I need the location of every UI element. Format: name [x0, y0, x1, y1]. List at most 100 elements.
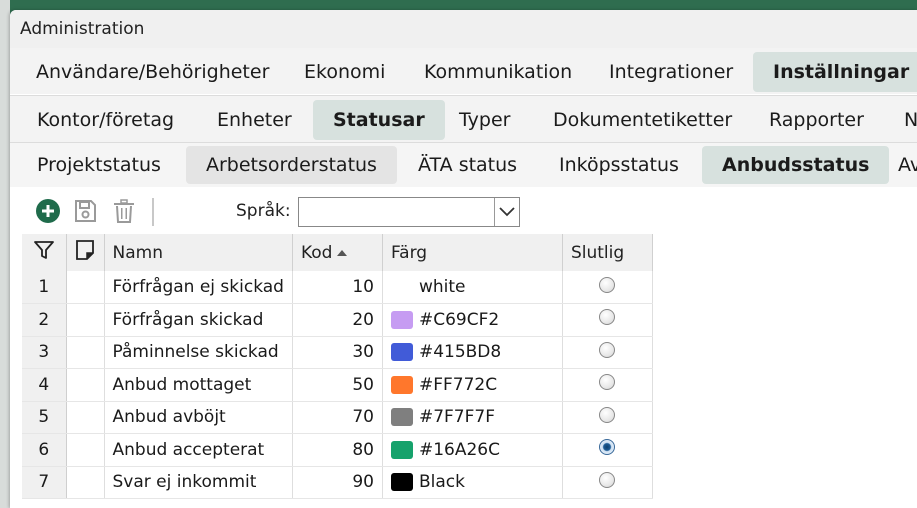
note-icon	[76, 240, 94, 260]
tabs-level2: Kontor/företag Enheter Statusar Typer Do…	[10, 96, 917, 142]
name-cell[interactable]: Förfrågan skickad	[104, 303, 293, 337]
table-row[interactable]: 1 Förfrågan ej skickad 10 white	[22, 271, 653, 304]
color-value: Black	[418, 472, 465, 493]
column-header-farg[interactable]: Färg	[382, 234, 563, 271]
color-cell[interactable]: #FF772C	[382, 368, 563, 402]
row-index: 7	[22, 466, 67, 499]
final-cell	[562, 303, 653, 337]
final-cell	[562, 401, 653, 434]
row-index: 4	[22, 368, 67, 402]
row-index: 6	[22, 433, 67, 467]
language-label: Språk:	[236, 201, 291, 221]
toolbar-divider	[152, 198, 154, 226]
final-radio[interactable]	[599, 309, 616, 326]
code-cell[interactable]: 10	[292, 271, 383, 304]
final-radio[interactable]	[599, 374, 616, 391]
row-note-cell[interactable]	[66, 271, 105, 304]
tab-ata-status[interactable]: ÄTA status	[398, 146, 537, 184]
name-cell[interactable]: Förfrågan ej skickad	[104, 271, 293, 304]
delete-icon[interactable]	[111, 198, 137, 224]
tab-typer[interactable]: Typer	[439, 100, 530, 140]
language-dropdown-button[interactable]	[494, 198, 519, 226]
column-header-namn[interactable]: Namn	[104, 234, 293, 271]
tab-installningar[interactable]: Inställningar	[753, 52, 917, 92]
color-swatch	[390, 343, 413, 362]
tab-dokumentetiketter[interactable]: Dokumentetiketter	[533, 100, 752, 140]
table-row[interactable]: 6 Anbud accepterat 80 #16A26C	[22, 433, 653, 467]
color-swatch	[390, 408, 413, 427]
tabs-level1: Användare/Behörigheter Ekonomi Kommunika…	[10, 48, 917, 94]
row-note-cell[interactable]	[66, 336, 105, 369]
row-note-cell[interactable]	[66, 401, 105, 434]
table-row[interactable]: 7 Svar ej inkommit 90 Black	[22, 466, 653, 499]
tab-kontor[interactable]: Kontor/företag	[17, 100, 194, 140]
table-row[interactable]: 2 Förfrågan skickad 20 #C69CF2	[22, 303, 653, 337]
tab-more[interactable]: N	[884, 100, 917, 140]
dialog-title: Administration	[10, 10, 917, 48]
color-swatch	[390, 440, 413, 459]
color-cell[interactable]: #C69CF2	[382, 303, 563, 337]
name-cell[interactable]: Anbud accepterat	[104, 433, 293, 467]
final-radio[interactable]	[599, 276, 616, 293]
row-note-cell[interactable]	[66, 466, 105, 499]
column-header-kod[interactable]: Kod	[292, 234, 383, 271]
color-cell[interactable]: white	[382, 271, 563, 304]
tab-enheter[interactable]: Enheter	[197, 100, 312, 140]
color-cell[interactable]: #7F7F7F	[382, 401, 563, 434]
final-radio[interactable]	[599, 406, 616, 423]
name-cell[interactable]: Påminnelse skickad	[104, 336, 293, 369]
column-label-namn: Namn	[112, 242, 163, 263]
row-note-cell[interactable]	[66, 303, 105, 337]
column-label-kod: Kod	[300, 242, 333, 263]
column-label-farg: Färg	[390, 242, 428, 263]
color-cell[interactable]: #415BD8	[382, 336, 563, 369]
final-radio[interactable]	[599, 341, 616, 358]
tab-anvandare[interactable]: Användare/Behörigheter	[16, 52, 289, 92]
code-cell[interactable]: 70	[292, 401, 383, 434]
final-radio[interactable]	[599, 439, 616, 456]
code-cell[interactable]: 50	[292, 368, 383, 402]
note-header[interactable]	[66, 234, 105, 271]
color-value: #FF772C	[418, 374, 498, 395]
color-cell[interactable]: #16A26C	[382, 433, 563, 467]
code-cell[interactable]: 90	[292, 466, 383, 499]
table-row[interactable]: 4 Anbud mottaget 50 #FF772C	[22, 368, 653, 402]
final-cell	[562, 336, 653, 369]
name-cell[interactable]: Svar ej inkommit	[104, 466, 293, 499]
name-cell[interactable]: Anbud avböjt	[104, 401, 293, 434]
tab-av[interactable]: Av	[878, 146, 917, 184]
tab-kommunikation[interactable]: Kommunikation	[404, 52, 592, 92]
final-cell	[562, 433, 653, 467]
row-note-cell[interactable]	[66, 433, 105, 467]
row-index: 5	[22, 401, 67, 434]
sort-ascending-icon	[337, 249, 348, 256]
add-icon[interactable]	[35, 198, 61, 224]
color-cell[interactable]: Black	[382, 466, 563, 499]
code-cell[interactable]: 20	[292, 303, 383, 337]
final-cell	[562, 368, 653, 402]
tab-rapporter[interactable]: Rapporter	[749, 100, 884, 140]
language-select[interactable]	[298, 197, 520, 227]
tab-statusar[interactable]: Statusar	[313, 100, 445, 140]
name-cell[interactable]: Anbud mottaget	[104, 368, 293, 402]
column-label-slutlig: Slutlig	[570, 242, 625, 263]
column-header-slutlig[interactable]: Slutlig	[562, 234, 653, 271]
color-value: white	[418, 277, 466, 297]
table-row[interactable]: 3 Påminnelse skickad 30 #415BD8	[22, 336, 653, 369]
code-cell[interactable]: 80	[292, 433, 383, 467]
tab-integrationer[interactable]: Integrationer	[589, 52, 753, 92]
table-row[interactable]: 5 Anbud avböjt 70 #7F7F7F	[22, 401, 653, 434]
row-note-cell[interactable]	[66, 368, 105, 402]
filter-header[interactable]	[22, 234, 67, 271]
filter-icon[interactable]	[33, 239, 55, 261]
color-swatch	[390, 310, 413, 329]
save-icon[interactable]	[72, 198, 98, 224]
tab-ekonomi[interactable]: Ekonomi	[284, 52, 405, 92]
color-swatch	[391, 278, 413, 296]
tab-projektstatus[interactable]: Projektstatus	[17, 146, 181, 184]
tab-anbudsstatus[interactable]: Anbudsstatus	[702, 146, 890, 184]
tab-inkopsstatus[interactable]: Inköpsstatus	[539, 146, 699, 184]
final-radio[interactable]	[599, 471, 616, 488]
code-cell[interactable]: 30	[292, 336, 383, 369]
tab-arbetsorderstatus[interactable]: Arbetsorderstatus	[186, 146, 397, 184]
